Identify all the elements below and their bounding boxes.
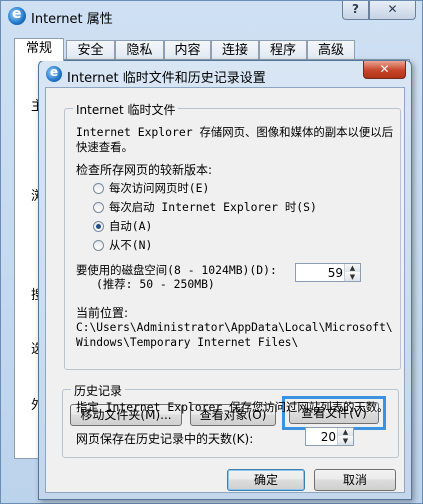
disk-space-recommended: (推荐: 50 - 250MB) <box>96 277 215 291</box>
outer-window-title: Internet 属性 <box>31 12 113 27</box>
current-location-label: 当前位置: <box>76 306 129 320</box>
tab-security[interactable]: 安全 <box>66 40 115 60</box>
disk-space-value: 59 <box>327 266 343 280</box>
radio-automatic[interactable] <box>93 221 104 232</box>
internet-explorer-icon <box>46 65 62 82</box>
outer-title-bar: Internet 属性 ? ✕ <box>1 1 422 31</box>
history-spinner-arrows: ▲ ▼ <box>337 428 353 445</box>
history-days-value: 20 <box>320 430 336 444</box>
outer-close-button[interactable]: ✕ <box>369 1 416 20</box>
radio-never-label: 从不(N) <box>109 238 153 252</box>
ok-button[interactable]: 确定 <box>227 469 305 491</box>
history-days-spinner[interactable]: 20 ▲ ▼ <box>305 427 354 446</box>
radio-every-start-label: 每次启动 Internet Explorer 时(S) <box>109 200 317 214</box>
radio-every-visit-label: 每次访问网页时(E) <box>109 181 210 195</box>
tab-privacy[interactable]: 隐私 <box>115 40 164 60</box>
cancel-button[interactable]: 取消 <box>314 469 396 491</box>
spinner-down-icon[interactable]: ▼ <box>338 437 353 445</box>
tab-connections[interactable]: 连接 <box>211 40 259 60</box>
spinner-down-icon[interactable]: ▼ <box>345 273 360 281</box>
temp-files-group-label: Internet 临时文件 <box>73 101 179 118</box>
current-location-line1: C:\Users\Administrator\AppData\Local\Mic… <box>76 321 393 334</box>
cancel-button-label: 取消 <box>342 473 367 487</box>
history-description: 指定 Internet Explorer 保存您访问过网站列表的天数。 <box>76 400 389 414</box>
radio-every-start[interactable] <box>93 202 104 213</box>
tab-content[interactable]: 内容 <box>164 40 211 60</box>
tab-programs[interactable]: 程序 <box>259 40 307 60</box>
tab-advanced[interactable]: 高级 <box>307 40 355 60</box>
tab-general[interactable]: 常规 <box>14 38 64 61</box>
disk-space-spinner[interactable]: 59 ▲ ▼ <box>295 263 361 282</box>
internet-explorer-icon <box>8 6 26 25</box>
radio-every-visit[interactable] <box>93 183 104 194</box>
radio-never[interactable] <box>93 240 104 251</box>
spinner-up-icon[interactable]: ▲ <box>345 264 360 272</box>
history-group-label: 历史记录 <box>71 382 126 399</box>
ok-button-label: 确定 <box>253 473 278 487</box>
help-button[interactable]: ? <box>342 1 369 20</box>
temp-files-description-line2: 快速查看。 <box>76 140 133 154</box>
dialog-title-bar: Internet 临时文件和历史记录设置 ✕ <box>39 61 411 87</box>
spinner-arrows: ▲ ▼ <box>344 264 360 281</box>
dialog-close-button[interactable]: ✕ <box>363 61 406 79</box>
dialog-title: Internet 临时文件和历史记录设置 <box>67 71 266 86</box>
radio-automatic-label: 自动(A) <box>109 219 153 233</box>
check-newer-versions-label: 检查所存网页的较新版本: <box>76 163 213 177</box>
spinner-up-icon[interactable]: ▲ <box>338 428 353 436</box>
history-days-label: 网页保存在历史记录中的天数(K): <box>76 432 254 446</box>
current-location-line2: Windows\Temporary Internet Files\ <box>76 336 299 349</box>
temp-files-description-line1: Internet Explorer 存储网页、图像和媒体的副本以便以后 <box>76 125 394 139</box>
